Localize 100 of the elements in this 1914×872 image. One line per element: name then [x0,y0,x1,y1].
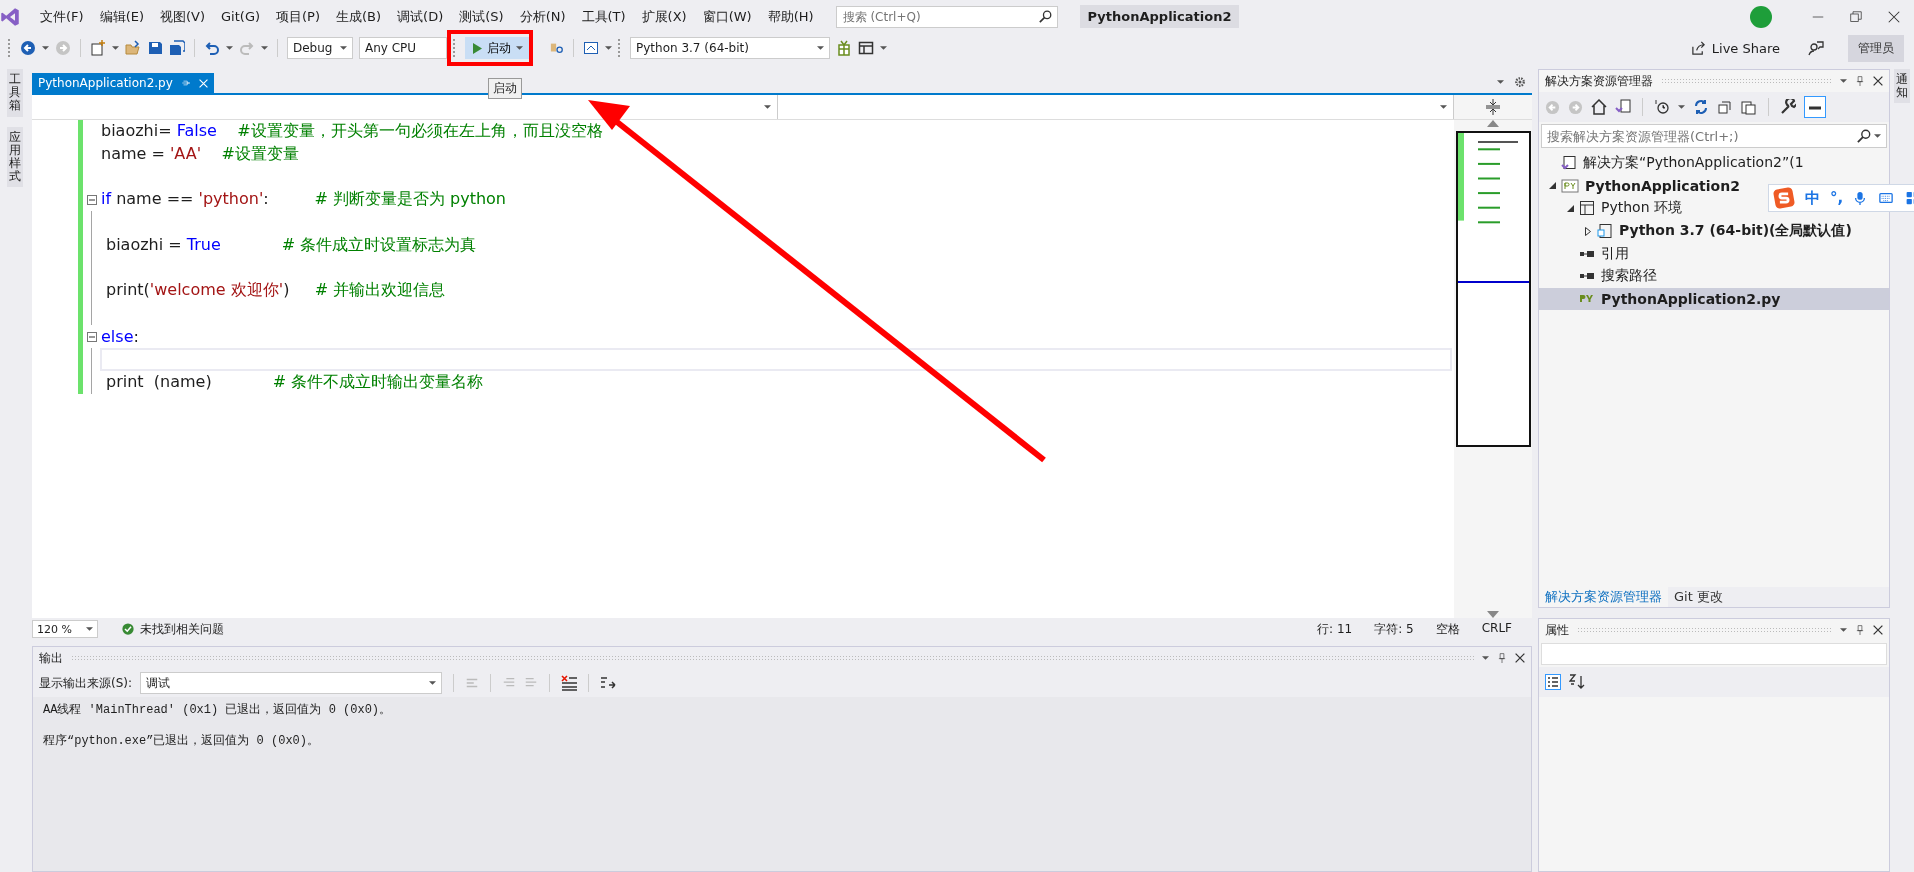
tree-item[interactable]: PythonApplication2.py [1539,287,1889,311]
alphabetical-icon[interactable] [1569,674,1585,690]
caret-icon[interactable] [340,46,347,50]
live-share-button[interactable]: Live Share [1690,40,1780,56]
dropdown-icon[interactable] [1497,80,1504,84]
apps-icon[interactable] [1905,191,1914,205]
expanded-icon[interactable] [1566,205,1574,212]
search-field[interactable]: 搜索 (Ctrl+Q) [835,5,1058,28]
configuration-dropdown[interactable]: Debug [287,37,353,59]
menu-item[interactable]: 视图(V) [152,4,214,29]
new-project-icon[interactable] [90,40,106,56]
switch-views-icon[interactable] [1615,99,1631,115]
categorized-icon[interactable] [1545,674,1561,690]
close-icon[interactable] [1873,76,1883,86]
microphone-icon[interactable] [1853,190,1868,206]
search-field[interactable]: 搜索解决方案资源管理器(Ctrl+;) [1541,124,1887,148]
side-tab[interactable]: 工具箱 [7,69,23,117]
input-mode-toggle[interactable]: 中 [1805,188,1820,208]
admin-button[interactable]: 管理员 [1848,34,1904,62]
caret-icon[interactable] [1440,105,1447,109]
wrench-icon[interactable] [1780,99,1796,115]
feedback-icon[interactable] [1808,40,1824,56]
pin-icon[interactable] [1497,652,1507,664]
environment-dropdown[interactable]: Python 3.7 (64-bit) [630,37,830,59]
side-tab[interactable]: 应用样式 [7,126,23,188]
dropdown-icon[interactable] [1840,79,1847,83]
tree-item[interactable]: 搜索路径 [1539,264,1889,288]
collapse-all-icon[interactable] [1717,99,1733,115]
layout-icon[interactable] [858,40,874,56]
back-icon[interactable] [20,40,36,56]
caret-icon[interactable] [429,681,437,685]
start-button[interactable]: 启动 [465,37,530,59]
pin-icon[interactable] [1855,624,1865,636]
menu-item[interactable]: 工具(T) [573,4,634,29]
menu-item[interactable]: 生成(B) [328,4,390,29]
menu-item[interactable]: 项目(P) [268,4,328,29]
menu-item[interactable]: 分析(N) [511,4,574,29]
s-logo-icon[interactable] [1773,187,1795,209]
caret-icon[interactable] [112,46,119,50]
package-icon[interactable] [836,40,852,56]
caret-icon[interactable] [1874,134,1881,138]
issues-text[interactable]: 未找到相关问题 [140,620,224,638]
menu-item[interactable]: 测试(S) [451,4,512,29]
caret-icon[interactable] [880,46,887,50]
save-all-icon[interactable] [169,40,185,56]
history-icon[interactable] [1654,99,1670,115]
punctuation-toggle[interactable]: °, [1830,189,1844,207]
home-icon[interactable] [1591,99,1607,115]
split-icon[interactable] [1485,99,1501,115]
close-icon[interactable] [1515,653,1525,663]
save-icon[interactable] [147,40,163,56]
open-folder-icon[interactable] [125,40,141,56]
expanded-icon[interactable] [1548,182,1556,190]
dropdown-icon[interactable] [1840,628,1847,632]
browser-icon[interactable] [583,40,599,56]
panel-tab[interactable]: Git 更改 [1668,587,1729,607]
caret-icon[interactable] [516,46,523,50]
code-minimap-drawing[interactable] [1455,131,1531,447]
collapsed-icon[interactable] [1585,226,1591,236]
preview-toggle-icon[interactable] [1804,96,1826,118]
restore-icon[interactable] [1850,10,1862,23]
menu-item[interactable]: 扩展(X) [633,4,695,29]
menu-item[interactable]: 文件(F) [32,4,92,29]
word-wrap-icon[interactable] [600,675,617,691]
menu-item[interactable]: 编辑(E) [91,4,152,29]
settings-icon[interactable] [1514,76,1526,88]
caret-icon[interactable] [764,105,771,109]
caret-icon[interactable] [226,46,233,50]
refresh-icon[interactable] [1693,99,1709,115]
source-dropdown[interactable]: 调试 [140,672,443,694]
find-icon[interactable] [550,41,564,55]
side-tab[interactable]: 通知 [1894,69,1910,104]
scroll-down-icon[interactable] [1487,611,1499,618]
avatar[interactable] [1750,5,1772,28]
menu-item[interactable]: 调试(D) [389,4,452,29]
keyboard-icon[interactable] [1877,191,1896,205]
caret-icon[interactable] [86,627,93,631]
panel-tab[interactable]: 解决方案资源管理器 [1539,587,1668,607]
visual-studio-logo-icon[interactable] [0,6,20,27]
platform-dropdown[interactable]: Any CPU [359,37,447,59]
caret-icon[interactable] [817,46,824,50]
menu-item[interactable]: Git(G) [213,6,269,27]
close-icon[interactable] [1873,625,1883,635]
collapse-icon[interactable] [86,331,97,342]
pin-icon[interactable] [1855,75,1865,87]
caret-icon[interactable] [261,46,268,50]
clear-all-icon[interactable] [561,675,578,691]
close-icon[interactable] [1888,10,1900,23]
caret-icon[interactable] [605,46,612,50]
copy-icon[interactable] [1741,99,1757,115]
caret-icon[interactable] [1678,105,1685,109]
dropdown-icon[interactable] [1482,656,1489,660]
collapse-icon[interactable] [86,194,97,205]
undo-icon[interactable] [204,40,220,56]
tree-item[interactable]: 解决方案“PythonApplication2”(1 [1539,152,1889,175]
caret-icon[interactable] [42,46,49,50]
zoom-dropdown[interactable]: 120 % [32,620,98,638]
menu-item[interactable]: 窗口(W) [694,4,760,29]
menu-item[interactable]: 帮助(H) [759,4,822,29]
tree-item[interactable]: 引用 [1539,242,1889,265]
